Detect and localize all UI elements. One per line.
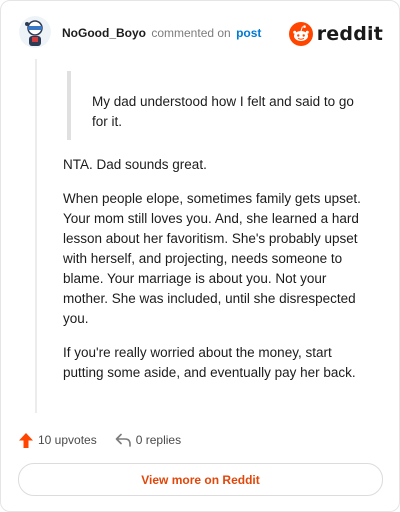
arrow-up-icon (19, 432, 33, 448)
post-link[interactable]: post (236, 26, 261, 40)
commented-label: commented on (151, 26, 231, 40)
comment-paragraph: If you're really worried about the money… (63, 345, 356, 380)
embedded-comment-card: NoGood_Boyo commented on post reddit My … (0, 0, 400, 512)
thread-line[interactable] (35, 59, 37, 413)
quoted-text: My dad understood how I felt and said to… (67, 71, 363, 140)
reply-arrow-icon (115, 433, 131, 447)
reddit-wordmark: reddit (316, 23, 383, 45)
username[interactable]: NoGood_Boyo (62, 26, 146, 40)
comment-paragraph: When people elope, sometimes family gets… (63, 191, 361, 326)
reply-count: 0 replies (135, 433, 182, 447)
avatar-image (19, 16, 51, 48)
reddit-logo[interactable]: reddit (288, 21, 383, 47)
comment-paragraph: NTA. Dad sounds great. (63, 157, 207, 172)
comment-header: NoGood_Boyo commented on post reddit (19, 15, 383, 51)
user-avatar[interactable] (19, 16, 51, 48)
comment-meta: NoGood_Boyo commented on post (62, 26, 261, 40)
upvote-button[interactable]: 10 upvotes (19, 432, 97, 448)
reply-button[interactable]: 0 replies (115, 433, 181, 447)
view-more-button[interactable]: View more on Reddit (18, 463, 383, 496)
comment-body: NTA. Dad sounds great. When people elope… (63, 155, 373, 397)
comment-footer: 10 upvotes 0 replies (19, 430, 199, 450)
upvote-count: 10 upvotes (38, 433, 97, 447)
reddit-snoo-icon (288, 22, 313, 46)
